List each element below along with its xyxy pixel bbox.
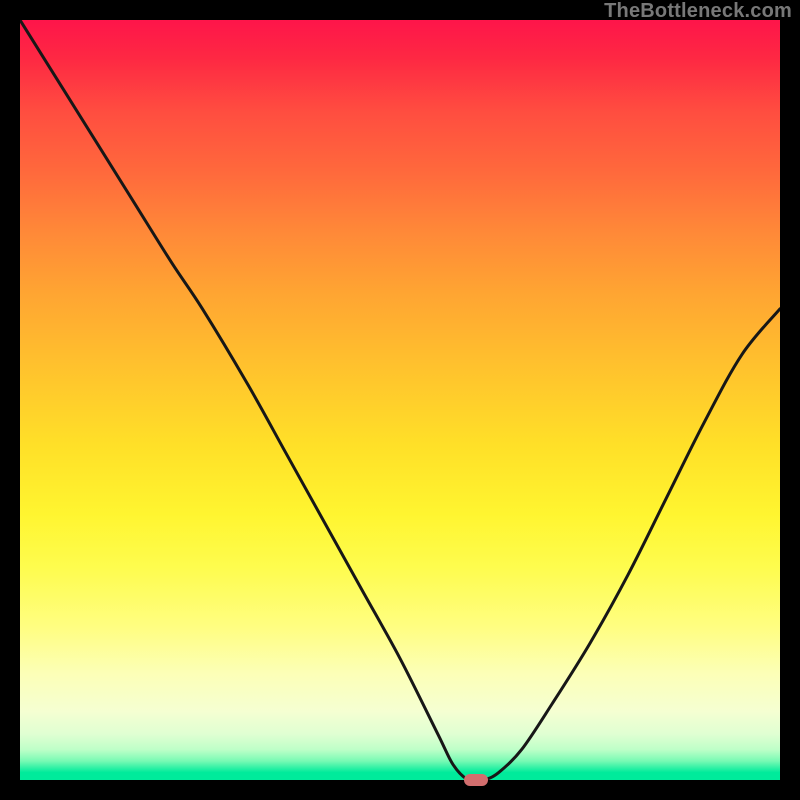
chart-frame: TheBottleneck.com: [0, 0, 800, 800]
chart-plot-area: [20, 20, 780, 780]
bottleneck-curve: [20, 20, 780, 780]
optimal-point-marker: [464, 774, 488, 786]
curve-path: [20, 20, 780, 780]
